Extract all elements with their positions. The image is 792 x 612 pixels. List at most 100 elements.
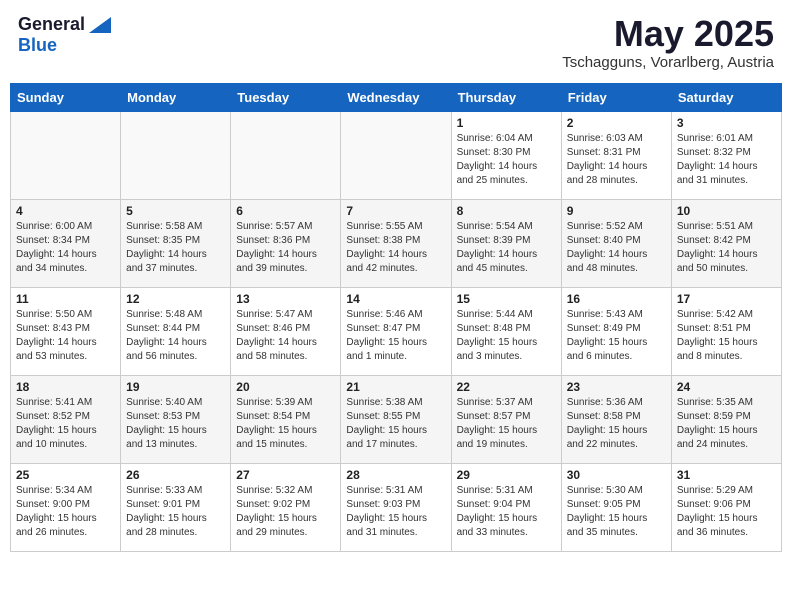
day-detail: Sunrise: 5:36 AM Sunset: 8:58 PM Dayligh… [567,396,666,452]
calendar-cell [121,111,231,199]
logo-blue: Blue [18,35,57,55]
calendar-cell: 23 Sunrise: 5:36 AM Sunset: 8:58 PM Dayli… [561,375,671,463]
logo-general: General [18,14,85,35]
day-detail: Sunrise: 5:38 AM Sunset: 8:55 PM Dayligh… [346,396,445,452]
day-number: 13 [236,292,335,306]
day-detail: Sunrise: 5:41 AM Sunset: 8:52 PM Dayligh… [16,396,115,452]
day-number: 7 [346,204,445,218]
calendar-cell: 16 Sunrise: 5:43 AM Sunset: 8:49 PM Dayli… [561,287,671,375]
calendar-cell: 26 Sunrise: 5:33 AM Sunset: 9:01 PM Dayli… [121,463,231,551]
day-detail: Sunrise: 6:00 AM Sunset: 8:34 PM Dayligh… [16,220,115,276]
calendar-cell: 2Sunrise: 6:03 AM Sunset: 8:31 PM Daylig… [561,111,671,199]
calendar-cell: 24 Sunrise: 5:35 AM Sunset: 8:59 PM Dayli… [671,375,781,463]
day-number: 6 [236,204,335,218]
day-number: 10 [677,204,776,218]
calendar-cell: 11 Sunrise: 5:50 AM Sunset: 8:43 PM Dayli… [11,287,121,375]
day-detail: Sunrise: 5:46 AM Sunset: 8:47 PM Dayligh… [346,308,445,364]
day-number: 15 [457,292,556,306]
calendar-table: SundayMondayTuesdayWednesdayThursdayFrid… [10,83,782,552]
calendar-cell: 12 Sunrise: 5:48 AM Sunset: 8:44 PM Dayli… [121,287,231,375]
month-title: May 2025 [562,14,774,54]
day-detail: Sunrise: 5:39 AM Sunset: 8:54 PM Dayligh… [236,396,335,452]
day-detail: Sunrise: 5:57 AM Sunset: 8:36 PM Dayligh… [236,220,335,276]
day-detail: Sunrise: 5:48 AM Sunset: 8:44 PM Dayligh… [126,308,225,364]
day-number: 24 [677,380,776,394]
day-number: 26 [126,468,225,482]
header-monday: Monday [121,83,231,111]
day-number: 23 [567,380,666,394]
day-number: 19 [126,380,225,394]
day-detail: Sunrise: 5:58 AM Sunset: 8:35 PM Dayligh… [126,220,225,276]
calendar-cell: 4Sunrise: 6:00 AM Sunset: 8:34 PM Daylig… [11,199,121,287]
calendar-week-2: 4Sunrise: 6:00 AM Sunset: 8:34 PM Daylig… [11,199,782,287]
day-number: 21 [346,380,445,394]
calendar-cell [341,111,451,199]
header-saturday: Saturday [671,83,781,111]
day-number: 30 [567,468,666,482]
day-detail: Sunrise: 5:54 AM Sunset: 8:39 PM Dayligh… [457,220,556,276]
calendar-cell [231,111,341,199]
calendar-cell: 31Sunrise: 5:29 AM Sunset: 9:06 PM Dayli… [671,463,781,551]
calendar-cell: 25 Sunrise: 5:34 AM Sunset: 9:00 PM Dayli… [11,463,121,551]
day-detail: Sunrise: 5:29 AM Sunset: 9:06 PM Dayligh… [677,484,776,540]
day-number: 29 [457,468,556,482]
day-number: 9 [567,204,666,218]
day-number: 2 [567,116,666,130]
header-thursday: Thursday [451,83,561,111]
calendar-cell: 14 Sunrise: 5:46 AM Sunset: 8:47 PM Dayli… [341,287,451,375]
day-detail: Sunrise: 5:37 AM Sunset: 8:57 PM Dayligh… [457,396,556,452]
day-detail: Sunrise: 5:32 AM Sunset: 9:02 PM Dayligh… [236,484,335,540]
day-detail: Sunrise: 6:01 AM Sunset: 8:32 PM Dayligh… [677,132,776,188]
page-header: General Blue May 2025 Tschagguns, Vorarl… [10,10,782,75]
day-detail: Sunrise: 5:47 AM Sunset: 8:46 PM Dayligh… [236,308,335,364]
day-detail: Sunrise: 5:50 AM Sunset: 8:43 PM Dayligh… [16,308,115,364]
calendar-cell: 15Sunrise: 5:44 AM Sunset: 8:48 PM Dayli… [451,287,561,375]
calendar-cell: 10 Sunrise: 5:51 AM Sunset: 8:42 PM Dayli… [671,199,781,287]
day-number: 12 [126,292,225,306]
logo: General Blue [18,14,111,56]
calendar-cell: 13 Sunrise: 5:47 AM Sunset: 8:46 PM Dayli… [231,287,341,375]
day-number: 18 [16,380,115,394]
day-detail: Sunrise: 5:51 AM Sunset: 8:42 PM Dayligh… [677,220,776,276]
calendar-cell: 27 Sunrise: 5:32 AM Sunset: 9:02 PM Dayli… [231,463,341,551]
header-tuesday: Tuesday [231,83,341,111]
day-number: 14 [346,292,445,306]
location: Tschagguns, Vorarlberg, Austria [562,54,774,71]
calendar-cell: 17 Sunrise: 5:42 AM Sunset: 8:51 PM Dayli… [671,287,781,375]
day-detail: Sunrise: 5:35 AM Sunset: 8:59 PM Dayligh… [677,396,776,452]
day-number: 11 [16,292,115,306]
calendar-week-3: 11 Sunrise: 5:50 AM Sunset: 8:43 PM Dayli… [11,287,782,375]
calendar-week-4: 18 Sunrise: 5:41 AM Sunset: 8:52 PM Dayli… [11,375,782,463]
day-number: 25 [16,468,115,482]
calendar-cell: 19Sunrise: 5:40 AM Sunset: 8:53 PM Dayli… [121,375,231,463]
day-detail: Sunrise: 5:42 AM Sunset: 8:51 PM Dayligh… [677,308,776,364]
calendar-week-5: 25 Sunrise: 5:34 AM Sunset: 9:00 PM Dayli… [11,463,782,551]
day-detail: Sunrise: 5:33 AM Sunset: 9:01 PM Dayligh… [126,484,225,540]
header-friday: Friday [561,83,671,111]
day-number: 3 [677,116,776,130]
day-detail: Sunrise: 5:31 AM Sunset: 9:03 PM Dayligh… [346,484,445,540]
day-detail: Sunrise: 5:52 AM Sunset: 8:40 PM Dayligh… [567,220,666,276]
calendar-cell: 21 Sunrise: 5:38 AM Sunset: 8:55 PM Dayli… [341,375,451,463]
header-sunday: Sunday [11,83,121,111]
day-detail: Sunrise: 5:34 AM Sunset: 9:00 PM Dayligh… [16,484,115,540]
calendar-header-row: SundayMondayTuesdayWednesdayThursdayFrid… [11,83,782,111]
day-number: 5 [126,204,225,218]
calendar-cell: 7Sunrise: 5:55 AM Sunset: 8:38 PM Daylig… [341,199,451,287]
day-number: 1 [457,116,556,130]
calendar-cell: 9 Sunrise: 5:52 AM Sunset: 8:40 PM Daylig… [561,199,671,287]
day-number: 28 [346,468,445,482]
calendar-cell: 8Sunrise: 5:54 AM Sunset: 8:39 PM Daylig… [451,199,561,287]
day-number: 17 [677,292,776,306]
calendar-cell: 6 Sunrise: 5:57 AM Sunset: 8:36 PM Daylig… [231,199,341,287]
calendar-cell: 28 Sunrise: 5:31 AM Sunset: 9:03 PM Dayli… [341,463,451,551]
calendar-cell: 5 Sunrise: 5:58 AM Sunset: 8:35 PM Daylig… [121,199,231,287]
calendar-week-1: 1Sunrise: 6:04 AM Sunset: 8:30 PM Daylig… [11,111,782,199]
day-number: 27 [236,468,335,482]
day-detail: Sunrise: 5:43 AM Sunset: 8:49 PM Dayligh… [567,308,666,364]
day-detail: Sunrise: 5:30 AM Sunset: 9:05 PM Dayligh… [567,484,666,540]
calendar-cell: 30 Sunrise: 5:30 AM Sunset: 9:05 PM Dayli… [561,463,671,551]
logo-icon [89,17,111,33]
day-number: 16 [567,292,666,306]
calendar-cell: 1Sunrise: 6:04 AM Sunset: 8:30 PM Daylig… [451,111,561,199]
